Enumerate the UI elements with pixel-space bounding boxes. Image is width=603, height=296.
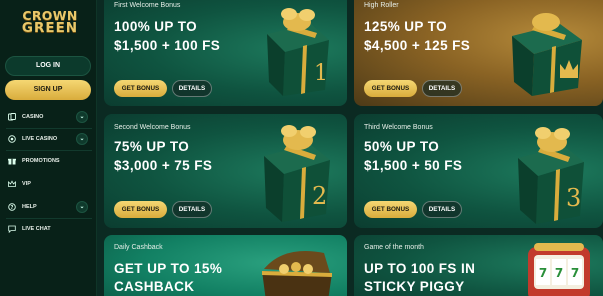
svg-text:7: 7 xyxy=(555,266,563,280)
promo-card-daily-cashback[interactable]: Daily Cashback GET UP TO 15% CASHBACK xyxy=(104,235,347,296)
svg-text:7: 7 xyxy=(539,266,547,280)
nav-live-casino-label: LIVE CASINO xyxy=(22,136,58,142)
logo-line-2: GREEN xyxy=(21,20,79,36)
promo-title-line2: $3,000 + 75 FS xyxy=(114,158,213,173)
nav-casino-label: CASINO xyxy=(22,114,44,120)
cards-icon xyxy=(8,113,16,121)
nav-promotions[interactable]: PROMOTIONS xyxy=(8,154,90,168)
get-bonus-button[interactable]: GET BONUS xyxy=(364,80,417,97)
get-bonus-button[interactable]: GET BONUS xyxy=(114,80,167,97)
promo-title-line1: UP TO 100 FS IN xyxy=(364,261,476,276)
promo-title-line1: 75% UP TO xyxy=(114,139,190,154)
promo-label: Daily Cashback xyxy=(114,244,163,251)
details-button[interactable]: DETAILS xyxy=(172,201,212,218)
svg-text:7: 7 xyxy=(571,266,579,280)
details-button[interactable]: DETAILS xyxy=(422,201,462,218)
nav-casino[interactable]: CASINO ⌄ xyxy=(8,110,90,124)
chip-icon xyxy=(8,135,16,143)
promo-title-line1: 100% UP TO xyxy=(114,19,198,34)
signup-button[interactable]: SIGN UP xyxy=(5,80,91,100)
crown-green-logo[interactable]: CROWN GREEN xyxy=(12,9,88,39)
divider xyxy=(6,128,92,129)
promo-card-second-welcome[interactable]: Second Welcome Bonus 75% UP TO $3,000 + … xyxy=(104,114,347,228)
promo-title-line2: $4,500 + 125 FS xyxy=(364,38,471,53)
promo-label: Game of the month xyxy=(364,244,424,251)
gift-box-number-2-image: 2 xyxy=(264,125,330,222)
promo-card-third-welcome[interactable]: Third Welcome Bonus 50% UP TO $1,500 + 5… xyxy=(354,114,603,228)
promo-label: Third Welcome Bonus xyxy=(364,124,433,131)
nav-vip-label: VIP xyxy=(22,181,31,187)
svg-text:1: 1 xyxy=(314,61,328,86)
gift-box-number-3-image: 3 xyxy=(518,127,584,224)
promo-label: First Welcome Bonus xyxy=(114,2,181,9)
slot-machine-image: 7 7 7 xyxy=(528,243,590,296)
chat-icon xyxy=(8,225,16,234)
promo-card-first-welcome[interactable]: First Welcome Bonus 100% UP TO $1,500 + … xyxy=(104,0,347,106)
details-button[interactable]: DETAILS xyxy=(422,80,462,97)
details-button[interactable]: DETAILS xyxy=(172,80,212,97)
nav-live-chat-label: LIVE CHAT xyxy=(22,226,51,232)
svg-text:2: 2 xyxy=(312,182,327,210)
svg-text:?: ? xyxy=(11,205,14,211)
chevron-down-icon[interactable]: ⌄ xyxy=(76,111,88,123)
promo-title-line1: GET UP TO 15% xyxy=(114,261,223,276)
nav-live-casino[interactable]: LIVE CASINO ⌄ xyxy=(8,132,90,146)
promo-card-high-roller[interactable]: High Roller 125% UP TO $4,500 + 125 FS G… xyxy=(354,0,603,106)
gift-box-number-1-image: 1 xyxy=(267,8,329,96)
divider xyxy=(6,150,92,151)
treasure-chest-image xyxy=(262,251,332,296)
gift-icon xyxy=(8,157,16,165)
get-bonus-button[interactable]: GET BONUS xyxy=(114,201,167,218)
promo-card-game-of-month[interactable]: Game of the month UP TO 100 FS IN STICKY… xyxy=(354,235,603,296)
nav-vip[interactable]: VIP xyxy=(8,177,90,191)
svg-text:3: 3 xyxy=(566,184,581,212)
promo-title-line1: 50% UP TO xyxy=(364,139,440,154)
login-button[interactable]: LOG IN xyxy=(5,56,91,76)
help-icon: ? xyxy=(8,203,16,211)
chevron-down-icon[interactable]: ⌄ xyxy=(76,133,88,145)
get-bonus-button[interactable]: GET BONUS xyxy=(364,201,417,218)
gift-box-crown-image xyxy=(512,13,582,96)
sidebar: CROWN GREEN LOG IN SIGN UP CASINO ⌄ LIVE… xyxy=(0,0,97,296)
nav-promotions-label: PROMOTIONS xyxy=(22,158,60,164)
divider xyxy=(6,218,92,219)
chevron-down-icon[interactable]: ⌄ xyxy=(76,201,88,213)
promo-title-line2: STICKY PIGGY xyxy=(364,279,465,294)
promo-title-line2: CASHBACK xyxy=(114,279,195,294)
nav-live-chat[interactable]: LIVE CHAT xyxy=(8,222,90,236)
crown-icon xyxy=(8,180,16,188)
nav-help[interactable]: ? HELP ⌄ xyxy=(8,200,90,214)
promo-title-line2: $1,500 + 100 FS xyxy=(114,38,221,53)
promo-label: Second Welcome Bonus xyxy=(114,124,191,131)
promo-label: High Roller xyxy=(364,2,399,9)
promo-title-line1: 125% UP TO xyxy=(364,19,448,34)
nav-help-label: HELP xyxy=(22,204,37,210)
promo-title-line2: $1,500 + 50 FS xyxy=(364,158,463,173)
